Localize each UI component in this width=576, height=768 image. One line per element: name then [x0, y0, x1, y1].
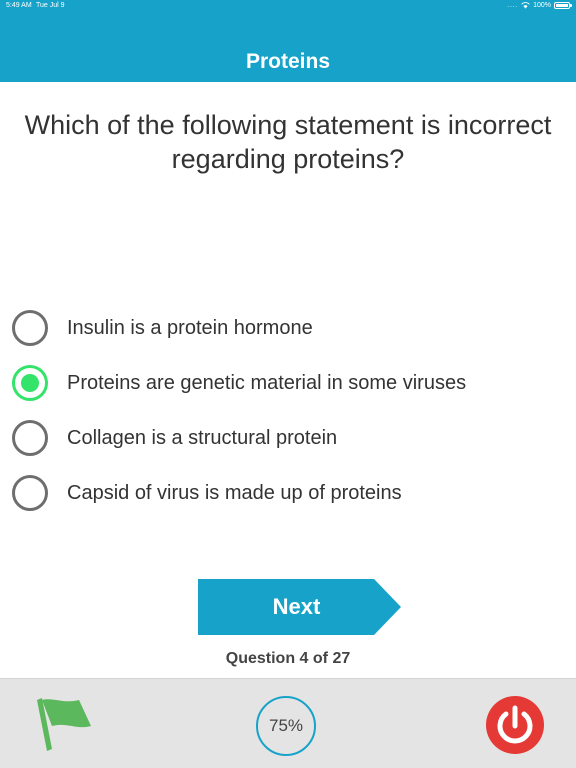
- battery-icon: [554, 2, 572, 9]
- option-label: Collagen is a structural protein: [67, 426, 338, 449]
- flag-icon: [37, 698, 91, 751]
- option-label: Insulin is a protein hormone: [67, 316, 313, 339]
- status-bar: 5:49 AM Tue Jul 9 .... 100%: [0, 0, 576, 14]
- status-date: Tue Jul 9: [36, 2, 65, 9]
- option-label: Proteins are genetic material in some vi…: [67, 371, 467, 394]
- quit-button[interactable]: [486, 696, 544, 754]
- page-title: Proteins: [245, 50, 331, 73]
- option-4[interactable]: Capsid of virus is made up of proteins: [12, 473, 564, 513]
- option-label: Capsid of virus is made up of proteins: [67, 481, 402, 504]
- next-button[interactable]: Next: [198, 579, 401, 635]
- radio-button-selected[interactable]: [12, 365, 48, 401]
- status-time: 5:49 AM: [6, 2, 32, 9]
- progress-indicator: 75%: [256, 696, 316, 756]
- next-label: Next: [272, 594, 321, 619]
- signal-dots: ....: [507, 2, 519, 9]
- power-icon: [497, 705, 533, 744]
- flag-button[interactable]: [33, 696, 95, 752]
- option-3[interactable]: Collagen is a structural protein: [12, 418, 564, 458]
- question-text: Which of the following statement is inco…: [24, 110, 552, 174]
- radio-button[interactable]: [12, 475, 48, 511]
- battery-percent: 100%: [533, 2, 551, 9]
- option-2[interactable]: Proteins are genetic material in some vi…: [12, 363, 564, 403]
- header-bar: 5:49 AM Tue Jul 9 .... 100% Proteins: [0, 0, 576, 82]
- status-right: .... 100%: [507, 2, 572, 9]
- footer-bar: 75%: [0, 678, 576, 768]
- radio-button[interactable]: [12, 310, 48, 346]
- question-counter: Question 4 of 27: [225, 650, 351, 667]
- wifi-icon: [521, 2, 530, 9]
- option-1[interactable]: Insulin is a protein hormone: [12, 308, 564, 348]
- radio-button[interactable]: [12, 420, 48, 456]
